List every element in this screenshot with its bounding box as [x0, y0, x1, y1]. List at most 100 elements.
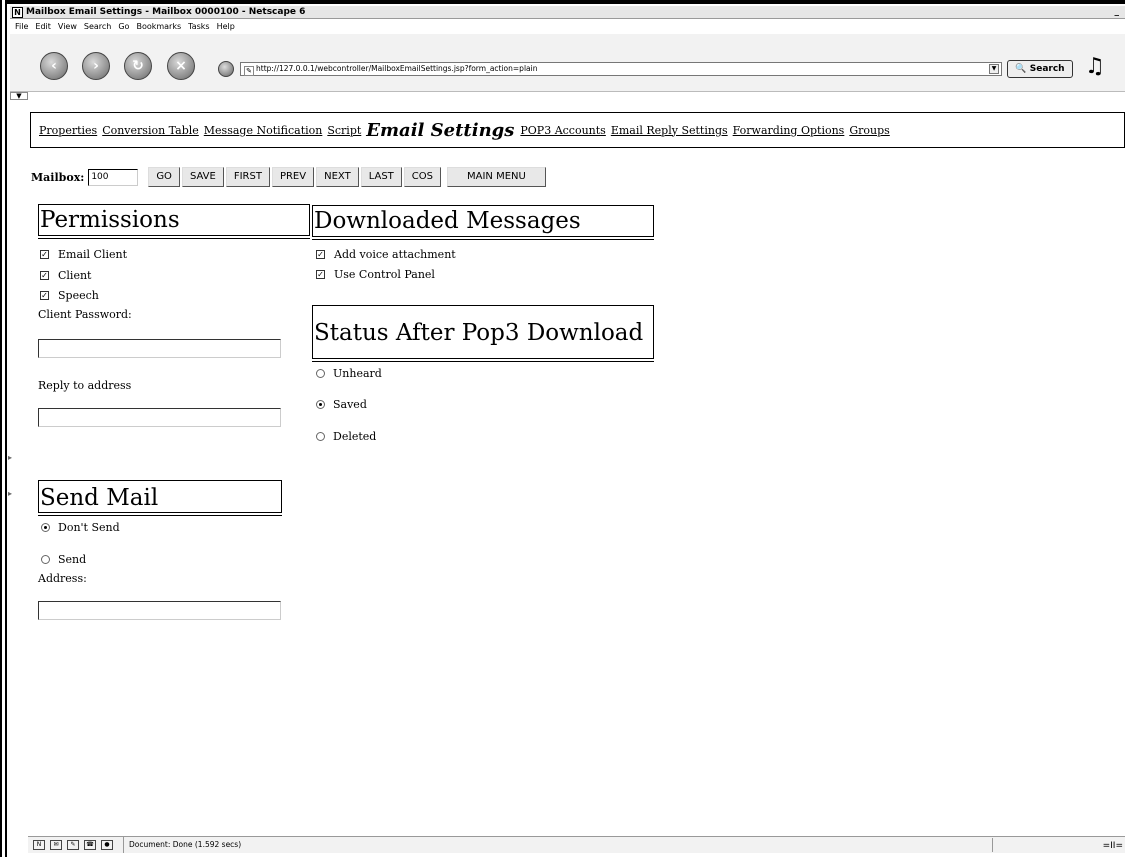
status-saved[interactable]: Saved [316, 398, 367, 411]
client-password-field[interactable] [38, 339, 281, 358]
radio-label: Unheard [333, 367, 382, 380]
tab-email-reply-settings[interactable]: Email Reply Settings [611, 124, 728, 137]
mailbox-navigation: Mailbox: 100 GO SAVE FIRST PREV NEXT LAS… [31, 167, 548, 187]
main-menu-button[interactable]: MAIN MENU [447, 167, 546, 187]
chat-icon[interactable]: ● [101, 840, 113, 850]
status-divider [992, 838, 993, 852]
window-title: Mailbox Email Settings - Mailbox 0000100… [26, 6, 306, 17]
status-bar: N ✉ ✎ ☎ ● Document: Done (1.592 secs) =I… [28, 836, 1125, 853]
save-button[interactable]: SAVE [181, 167, 224, 187]
prev-button[interactable]: PREV [271, 167, 315, 187]
netscape-throbber-icon: ♫ [1085, 54, 1105, 79]
window-frame-top [0, 0, 1125, 4]
status-text: Document: Done (1.592 secs) [123, 837, 241, 853]
tab-forwarding-options[interactable]: Forwarding Options [733, 124, 845, 137]
menu-bookmarks[interactable]: Bookmarks [136, 20, 181, 34]
radio-label: Saved [333, 398, 367, 411]
stop-icon[interactable]: × [167, 52, 195, 80]
address-field[interactable] [38, 601, 281, 620]
radio-icon[interactable] [316, 369, 325, 378]
menu-file[interactable]: File [15, 20, 28, 34]
menu-view[interactable]: View [58, 20, 77, 34]
page-icon: ✎ [244, 66, 254, 76]
search-button[interactable]: 🔍 Search [1007, 60, 1073, 78]
back-icon[interactable]: ‹ [40, 52, 68, 80]
menu-bar: File Edit View Search Go Bookmarks Tasks… [10, 20, 1125, 34]
radio-label: Deleted [333, 430, 377, 443]
checkbox-icon[interactable]: ✓ [40, 271, 49, 280]
status-after-download-header: Status After Pop3 Download [312, 305, 654, 362]
tab-properties[interactable]: Properties [39, 124, 97, 137]
mail-icon[interactable]: ✉ [50, 840, 62, 850]
permissions-header: Permissions [38, 204, 310, 239]
checkbox-icon[interactable]: ✓ [316, 250, 325, 259]
option-label: Add voice attachment [334, 248, 456, 261]
first-button[interactable]: FIRST [225, 167, 270, 187]
search-label: Search [1029, 64, 1065, 74]
send-mail-dont-send[interactable]: Don't Send [41, 521, 120, 534]
downloaded-messages-header: Downloaded Messages [312, 205, 654, 240]
menu-help[interactable]: Help [217, 20, 235, 34]
title-bar: N Mailbox Email Settings - Mailbox 00001… [10, 6, 1125, 19]
composer-icon[interactable]: ✎ [67, 840, 79, 850]
option-label: Use Control Panel [334, 268, 435, 281]
url-text: http://127.0.0.1/webcontroller/MailboxEm… [256, 64, 538, 73]
home-icon[interactable] [218, 61, 234, 77]
permission-email-client[interactable]: ✓ Email Client [40, 248, 127, 261]
tab-script[interactable]: Script [327, 124, 361, 137]
client-password-label: Client Password: [38, 308, 132, 321]
radio-icon[interactable] [316, 432, 325, 441]
status-deleted[interactable]: Deleted [316, 430, 376, 443]
reply-to-field[interactable] [38, 408, 281, 427]
tab-groups[interactable]: Groups [849, 124, 889, 137]
sidebar-grip-icon[interactable]: ▸ ▸ [8, 440, 12, 512]
forward-icon[interactable]: › [82, 52, 110, 80]
radio-label: Don't Send [58, 521, 120, 534]
tab-conversion-table[interactable]: Conversion Table [102, 124, 199, 137]
menu-go[interactable]: Go [118, 20, 129, 34]
radio-icon[interactable] [41, 523, 50, 532]
permission-client[interactable]: ✓ Client [40, 269, 91, 282]
tab-email-settings-current: Email Settings [366, 119, 515, 141]
status-unheard[interactable]: Unheard [316, 367, 382, 380]
mailbox-input[interactable]: 100 [88, 168, 139, 186]
checkbox-icon[interactable]: ✓ [40, 291, 49, 300]
checkbox-icon[interactable]: ✓ [316, 270, 325, 279]
permission-label: Client [58, 269, 92, 282]
permission-label: Speech [58, 289, 99, 302]
radio-icon[interactable] [316, 400, 325, 409]
online-status-icon[interactable]: =II= [1103, 838, 1123, 854]
url-bar[interactable]: ✎ http://127.0.0.1/webcontroller/MailboxE… [240, 62, 1002, 76]
tab-pop3-accounts[interactable]: POP3 Accounts [520, 124, 605, 137]
sidebar-toggle-icon[interactable]: ▼ [10, 92, 28, 100]
menu-tasks[interactable]: Tasks [188, 20, 209, 34]
send-mail-header: Send Mail [38, 480, 282, 516]
address-book-icon[interactable]: ☎ [84, 840, 96, 850]
radio-icon[interactable] [41, 555, 50, 564]
navigator-icon[interactable]: N [33, 840, 45, 850]
radio-label: Send [58, 553, 87, 566]
next-button[interactable]: NEXT [316, 167, 359, 187]
tab-message-notification[interactable]: Message Notification [204, 124, 323, 137]
checkbox-icon[interactable]: ✓ [40, 250, 49, 259]
url-dropdown-icon[interactable]: ▼ [989, 64, 999, 74]
window-frame-left [0, 0, 7, 857]
menu-edit[interactable]: Edit [35, 20, 51, 34]
option-add-voice-attachment[interactable]: ✓ Add voice attachment [316, 248, 456, 261]
last-button[interactable]: LAST [360, 167, 402, 187]
permission-speech[interactable]: ✓ Speech [40, 289, 99, 302]
permission-label: Email Client [58, 248, 128, 261]
cos-button[interactable]: COS [403, 167, 441, 187]
option-use-control-panel[interactable]: ✓ Use Control Panel [316, 268, 435, 281]
address-label: Address: [38, 572, 87, 585]
navigation-toolbar: ‹ › ↻ × ✎ http://127.0.0.1/webcontroller/… [10, 34, 1125, 92]
mailbox-label: Mailbox: [31, 170, 85, 184]
menu-search[interactable]: Search [84, 20, 111, 34]
netscape-app-icon: N [12, 6, 23, 18]
send-mail-send[interactable]: Send [41, 553, 86, 566]
minimize-button[interactable]: _ [1115, 6, 1120, 19]
reload-icon[interactable]: ↻ [124, 52, 152, 80]
settings-tabs: Properties Conversion Table Message Noti… [30, 112, 1125, 148]
go-button[interactable]: GO [148, 167, 180, 187]
reply-to-label: Reply to address [38, 379, 132, 392]
